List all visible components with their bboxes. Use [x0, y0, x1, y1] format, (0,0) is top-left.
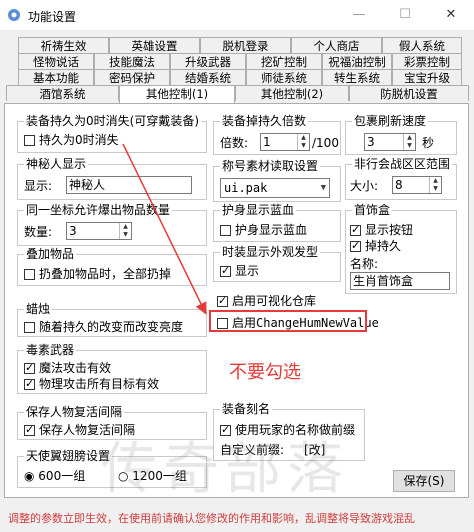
tab-lottery[interactable]: 彩票控制	[392, 53, 462, 69]
tab-marriage[interactable]: 结婚系统	[170, 69, 246, 85]
tab-bless-oil[interactable]: 祝福油控制	[322, 53, 392, 69]
maximize-button[interactable]: ☐	[382, 0, 428, 30]
tab-offline-login[interactable]: 脱机登录	[200, 37, 291, 53]
tab-skill[interactable]: 技能魔法	[94, 53, 170, 69]
tab-hero[interactable]: 英雄设置	[109, 37, 200, 53]
tab-prayer[interactable]: 祈祷生效	[18, 37, 109, 53]
tab-mentor[interactable]: 师徒系统	[246, 69, 322, 85]
tab-personal-shop[interactable]: 个人商店	[291, 37, 382, 53]
tab-tavern[interactable]: 酒馆系统	[6, 85, 119, 101]
tab-mining[interactable]: 挖矿控制	[246, 53, 322, 69]
tab-rebirth[interactable]: 转生系统	[322, 69, 392, 85]
tab-anti-offline[interactable]: 防脱机设置	[349, 85, 469, 101]
app-gear-icon	[8, 9, 20, 21]
tab-monster-talk[interactable]: 怪物说话	[18, 53, 94, 69]
watermark: 传奇部落	[101, 437, 349, 502]
footer-note: 调整的参数立即生效，在使用前请确认您修改的作用和影响，乱调整将导致游戏混乱	[8, 512, 415, 525]
title-bar: 功能设置 — ☐ ✕	[0, 0, 474, 30]
tab-bot[interactable]: 假人系统	[382, 37, 462, 53]
tab-pet-upgrade[interactable]: 宝宝升级	[392, 69, 462, 85]
tab-other-1[interactable]: 其他控制(1)	[119, 85, 235, 103]
settings-panel: 装备持久为0时消失(可穿戴装备) 持久为0时消失 神秘人显示 显示: 神秘人 同…	[4, 103, 469, 502]
tab-other-2[interactable]: 其他控制(2)	[235, 85, 349, 101]
tab-basic[interactable]: 基本功能	[18, 69, 94, 85]
window-title: 功能设置	[28, 10, 77, 24]
tab-upgrade-weapon[interactable]: 升级武器	[170, 53, 246, 69]
minimize-button[interactable]: —	[336, 0, 382, 30]
close-button[interactable]: ✕	[428, 0, 474, 30]
tab-password[interactable]: 密码保护	[94, 69, 170, 85]
